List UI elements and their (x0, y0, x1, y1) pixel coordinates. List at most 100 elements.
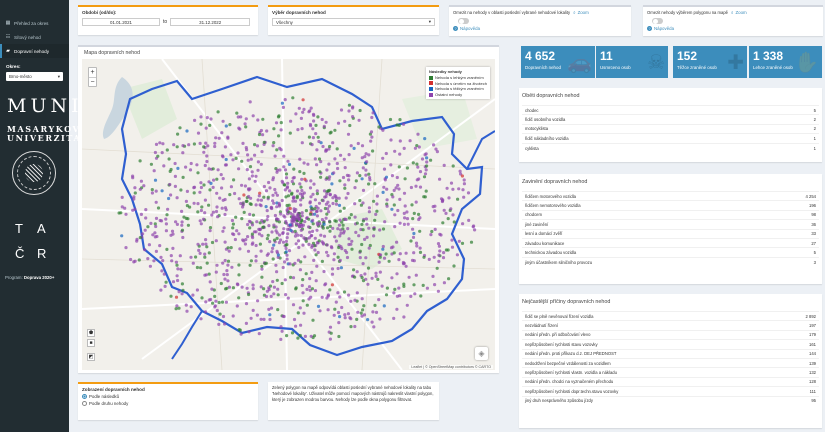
accident-marker[interactable] (289, 119, 293, 123)
accident-marker[interactable] (262, 317, 266, 321)
accident-marker[interactable] (268, 313, 272, 317)
accident-marker[interactable] (124, 212, 128, 216)
accident-marker[interactable] (398, 294, 402, 298)
accident-marker[interactable] (395, 307, 399, 311)
accident-marker[interactable] (303, 177, 307, 181)
accident-marker[interactable] (220, 300, 225, 304)
accident-marker[interactable] (318, 170, 322, 174)
accident-marker[interactable] (198, 219, 202, 223)
accident-marker[interactable] (137, 258, 141, 262)
accident-marker[interactable] (304, 272, 308, 276)
accident-marker[interactable] (162, 164, 166, 168)
accident-marker[interactable] (358, 198, 362, 203)
accident-marker[interactable] (393, 213, 397, 217)
accident-marker[interactable] (303, 237, 307, 241)
accident-marker[interactable] (349, 317, 353, 321)
accident-marker[interactable] (367, 153, 371, 157)
accident-marker[interactable] (329, 331, 333, 335)
accident-marker[interactable] (165, 148, 169, 152)
accident-marker[interactable] (248, 263, 252, 267)
accident-marker[interactable] (372, 325, 376, 329)
accident-marker[interactable] (338, 218, 342, 222)
accident-marker[interactable] (271, 280, 275, 284)
accident-marker[interactable] (356, 310, 360, 314)
accident-marker[interactable] (444, 211, 448, 215)
accident-marker[interactable] (456, 197, 460, 201)
accident-marker[interactable] (290, 192, 294, 196)
accident-marker[interactable] (175, 274, 179, 278)
accident-marker[interactable] (316, 135, 320, 139)
accident-marker[interactable] (358, 174, 362, 178)
accident-marker[interactable] (392, 203, 396, 207)
accident-marker[interactable] (392, 251, 396, 255)
accident-marker[interactable] (251, 114, 255, 118)
accident-marker[interactable] (332, 258, 336, 262)
accident-marker[interactable] (192, 142, 196, 146)
accident-marker[interactable] (424, 189, 428, 193)
accident-marker[interactable] (435, 266, 439, 270)
accident-marker[interactable] (250, 232, 254, 236)
accident-marker[interactable] (246, 222, 250, 227)
accident-marker[interactable] (442, 251, 446, 255)
accident-marker[interactable] (311, 229, 315, 233)
accident-marker[interactable] (138, 159, 142, 163)
accident-marker[interactable] (352, 146, 356, 150)
accident-marker[interactable] (396, 208, 400, 213)
accident-marker[interactable] (281, 231, 285, 235)
accident-marker[interactable] (333, 157, 337, 161)
accident-marker[interactable] (154, 200, 158, 204)
accident-marker[interactable] (395, 240, 399, 244)
accident-marker[interactable] (389, 246, 394, 250)
accident-marker[interactable] (295, 194, 299, 198)
accident-marker[interactable] (336, 227, 340, 231)
accident-marker[interactable] (277, 204, 281, 208)
accident-marker[interactable] (141, 232, 145, 236)
accident-marker[interactable] (287, 162, 292, 166)
accident-marker[interactable] (325, 192, 329, 196)
accident-marker[interactable] (158, 244, 162, 248)
accident-marker[interactable] (261, 133, 265, 137)
accident-marker[interactable] (204, 310, 208, 314)
accident-marker[interactable] (247, 194, 251, 199)
accident-marker[interactable] (230, 265, 234, 269)
accident-marker[interactable] (120, 205, 124, 209)
accident-marker[interactable] (373, 182, 377, 186)
accident-marker[interactable] (173, 184, 177, 188)
accident-marker[interactable] (346, 191, 350, 196)
accident-marker[interactable] (291, 176, 295, 180)
accident-marker[interactable] (253, 143, 257, 147)
accident-marker[interactable] (358, 256, 362, 260)
accident-marker[interactable] (431, 274, 435, 278)
accident-marker[interactable] (437, 253, 441, 257)
accident-marker[interactable] (418, 229, 422, 233)
accident-marker[interactable] (271, 246, 275, 250)
accident-marker[interactable] (279, 325, 283, 329)
accident-marker[interactable] (403, 177, 407, 181)
accident-marker[interactable] (265, 218, 269, 222)
accident-marker[interactable] (210, 287, 214, 291)
accident-marker[interactable] (424, 152, 428, 156)
accident-marker[interactable] (436, 289, 440, 293)
accident-marker[interactable] (178, 254, 182, 258)
accident-marker[interactable] (358, 108, 362, 113)
accident-marker[interactable] (342, 290, 347, 294)
accident-marker[interactable] (214, 270, 218, 274)
accident-marker[interactable] (226, 136, 230, 140)
accident-marker[interactable] (278, 168, 282, 172)
accident-marker[interactable] (231, 226, 235, 230)
accident-marker[interactable] (381, 190, 385, 194)
accident-marker[interactable] (370, 276, 374, 280)
accident-marker[interactable] (446, 217, 450, 221)
accident-marker[interactable] (203, 211, 207, 215)
accident-marker[interactable] (270, 230, 274, 234)
accident-marker[interactable] (299, 203, 303, 207)
accident-marker[interactable] (357, 118, 361, 122)
accident-marker[interactable] (308, 201, 312, 205)
accident-marker[interactable] (184, 199, 188, 203)
accident-marker[interactable] (294, 242, 298, 246)
accident-marker[interactable] (249, 316, 253, 320)
accident-marker[interactable] (237, 263, 241, 267)
accident-marker[interactable] (398, 221, 402, 225)
accident-marker[interactable] (446, 248, 450, 252)
accident-marker[interactable] (255, 220, 259, 224)
